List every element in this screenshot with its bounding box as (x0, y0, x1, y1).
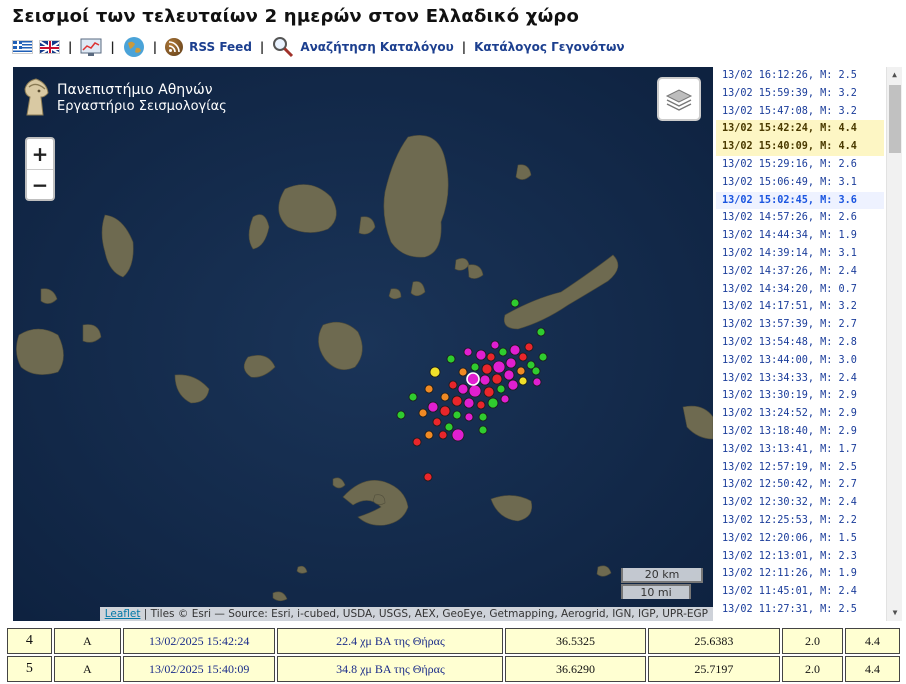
event-list-item[interactable]: 13/02 13:54:48, M: 2.8 (716, 334, 884, 352)
event-datetime: 13/02/2025 15:40:09 (122, 656, 276, 682)
scroll-down-arrow-icon[interactable]: ▼ (887, 605, 902, 621)
chart-monitor-icon[interactable] (80, 36, 102, 58)
layers-icon (665, 89, 693, 111)
event-list-item[interactable]: 13/02 12:50:42, M: 2.7 (716, 476, 884, 494)
scroll-thumb[interactable] (889, 85, 901, 153)
event-list-item[interactable]: 13/02 14:34:20, M: 0.7 (716, 281, 884, 299)
separator: | (461, 40, 467, 54)
event-list-item[interactable]: 13/02 13:44:00, M: 3.0 (716, 352, 884, 370)
event-list-item[interactable]: 13/02 12:11:26, M: 1.9 (716, 565, 884, 583)
uk-flag-icon[interactable] (39, 40, 60, 54)
logo-lab-name: Εργαστήριο Σεισμολογίας (57, 98, 227, 114)
event-list-item[interactable]: 13/02 15:42:24, M: 4.4 (716, 120, 884, 139)
event-depth: 2.0 (781, 628, 843, 654)
event-magnitude: 4.4 (845, 656, 900, 682)
event-list-item[interactable]: 13/02 15:06:49, M: 3.1 (716, 174, 884, 192)
event-list-item[interactable]: 13/02 15:40:09, M: 4.4 (716, 138, 884, 156)
event-latitude: 36.5325 (505, 628, 646, 654)
separator: | (110, 40, 115, 54)
event-longitude: 25.6383 (647, 628, 780, 654)
page-title: Σεισμοί των τελευταίων 2 ημερών στον Ελλ… (12, 6, 580, 27)
event-list-item[interactable]: 13/02 13:24:52, M: 2.9 (716, 405, 884, 423)
table-row[interactable]: 5 A 13/02/2025 15:40:09 34.8 χμ ΒΑ της Θήρα… (7, 656, 900, 682)
map-attribution: Leaflet | Tiles © Esri — Source: Esri, i… (99, 607, 713, 621)
event-type: A (53, 628, 121, 654)
greek-flag-icon[interactable] (12, 40, 33, 54)
event-list-item[interactable]: 13/02 15:47:08, M: 3.2 (716, 103, 884, 121)
event-list-item[interactable]: 13/02 15:02:45, M: 3.6 (716, 191, 884, 210)
event-catalog-link[interactable]: Κατάλογος Γεγονότων (474, 40, 624, 54)
toolbar: | | | RSS Feed | Αναζήτηση Καταλόγου | Κ… (12, 35, 625, 59)
map-base-layer (13, 67, 713, 621)
athena-logo-icon (24, 78, 49, 116)
globe-icon[interactable] (123, 36, 145, 58)
event-list-item[interactable]: 13/02 14:17:51, M: 3.2 (716, 298, 884, 316)
event-list-item[interactable]: 13/02 13:34:33, M: 2.4 (716, 370, 884, 388)
event-list-item[interactable]: 13/02 14:44:34, M: 1.9 (716, 227, 884, 245)
catalog-search-link[interactable]: Αναζήτηση Καταλόγου (300, 40, 453, 54)
separator: | (68, 40, 73, 54)
zoom-control: + − (25, 137, 55, 201)
zoom-in-button[interactable]: + (27, 139, 53, 169)
scale-mi: 10 mi (621, 584, 691, 599)
event-latitude: 36.6290 (505, 656, 646, 682)
university-logo: Πανεπιστήμιο Αθηνών Εργαστήριο Σεισμολογ… (21, 77, 227, 119)
recent-events-panel: 13/02 16:12:26, M: 2.5 13/02 15:59:39, M:… (716, 67, 902, 621)
earthquake-map[interactable]: Πανεπιστήμιο Αθηνών Εργαστήριο Σεισμολογ… (13, 67, 713, 621)
event-list-item[interactable]: 13/02 12:25:53, M: 2.2 (716, 512, 884, 530)
event-datetime: 13/02/2025 15:42:24 (122, 628, 276, 654)
event-longitude: 25.7197 (647, 656, 780, 682)
event-list-item[interactable]: 13/02 13:13:41, M: 1.7 (716, 441, 884, 459)
event-list-item[interactable]: 13/02 12:57:19, M: 2.5 (716, 459, 884, 477)
event-location: 22.4 χμ ΒΑ της Θήρας (277, 628, 504, 654)
event-list-item[interactable]: 13/02 12:13:01, M: 2.3 (716, 548, 884, 566)
earthquake-table: 4 A 13/02/2025 15:42:24 22.4 χμ ΒΑ της Θήρα… (5, 626, 902, 684)
event-depth: 2.0 (781, 656, 843, 682)
rss-icon[interactable] (165, 38, 184, 56)
logo-university-name: Πανεπιστήμιο Αθηνών (57, 81, 213, 98)
magnifier-icon[interactable] (272, 36, 294, 58)
events-list: 13/02 16:12:26, M: 2.5 13/02 15:59:39, M:… (716, 67, 884, 621)
event-magnitude: 4.4 (845, 628, 900, 654)
events-scrollbar[interactable]: ▲ ▼ (886, 67, 902, 621)
separator: | (259, 40, 265, 54)
event-list-item[interactable]: 13/02 14:39:14, M: 3.1 (716, 245, 884, 263)
event-location: 34.8 χμ ΒΑ της Θήρας (277, 656, 504, 682)
scroll-up-arrow-icon[interactable]: ▲ (887, 67, 902, 83)
layers-button[interactable] (657, 77, 701, 121)
event-list-item[interactable]: 13/02 13:18:40, M: 2.9 (716, 423, 884, 441)
event-list-item[interactable]: 13/02 15:29:16, M: 2.6 (716, 156, 884, 174)
event-list-item[interactable]: 13/02 16:12:26, M: 2.5 (716, 67, 884, 85)
table-row[interactable]: 4 A 13/02/2025 15:42:24 22.4 χμ ΒΑ της Θήρα… (7, 628, 900, 654)
event-list-item[interactable]: 13/02 14:37:26, M: 2.4 (716, 263, 884, 281)
event-list-item[interactable]: 13/02 12:20:06, M: 1.5 (716, 530, 884, 548)
event-list-item[interactable]: 13/02 11:45:01, M: 2.4 (716, 583, 884, 601)
attribution-text: | Tiles © Esri — Source: Esri, i-cubed, … (140, 608, 708, 620)
event-list-item[interactable]: 13/02 14:57:26, M: 2.6 (716, 209, 884, 227)
separator: | (152, 40, 158, 54)
event-list-item[interactable]: 13/02 13:57:39, M: 2.7 (716, 316, 884, 334)
zoom-out-button[interactable]: − (27, 169, 53, 199)
row-number: 4 (7, 628, 52, 654)
event-list-item[interactable]: 13/02 11:15:17, M: 1.8 (716, 619, 884, 621)
event-list-item[interactable]: 13/02 13:30:19, M: 2.9 (716, 387, 884, 405)
event-list-item[interactable]: 13/02 12:30:32, M: 2.4 (716, 494, 884, 512)
event-list-item[interactable]: 13/02 15:59:39, M: 3.2 (716, 85, 884, 103)
leaflet-link[interactable]: Leaflet (105, 608, 141, 620)
map-scale: 20 km 10 mi (621, 568, 703, 599)
row-number: 5 (7, 656, 52, 682)
rss-feed-link[interactable]: RSS Feed (189, 40, 252, 54)
event-list-item[interactable]: 13/02 11:27:31, M: 2.5 (716, 601, 884, 619)
event-type: A (53, 656, 121, 682)
scale-km: 20 km (621, 568, 703, 583)
